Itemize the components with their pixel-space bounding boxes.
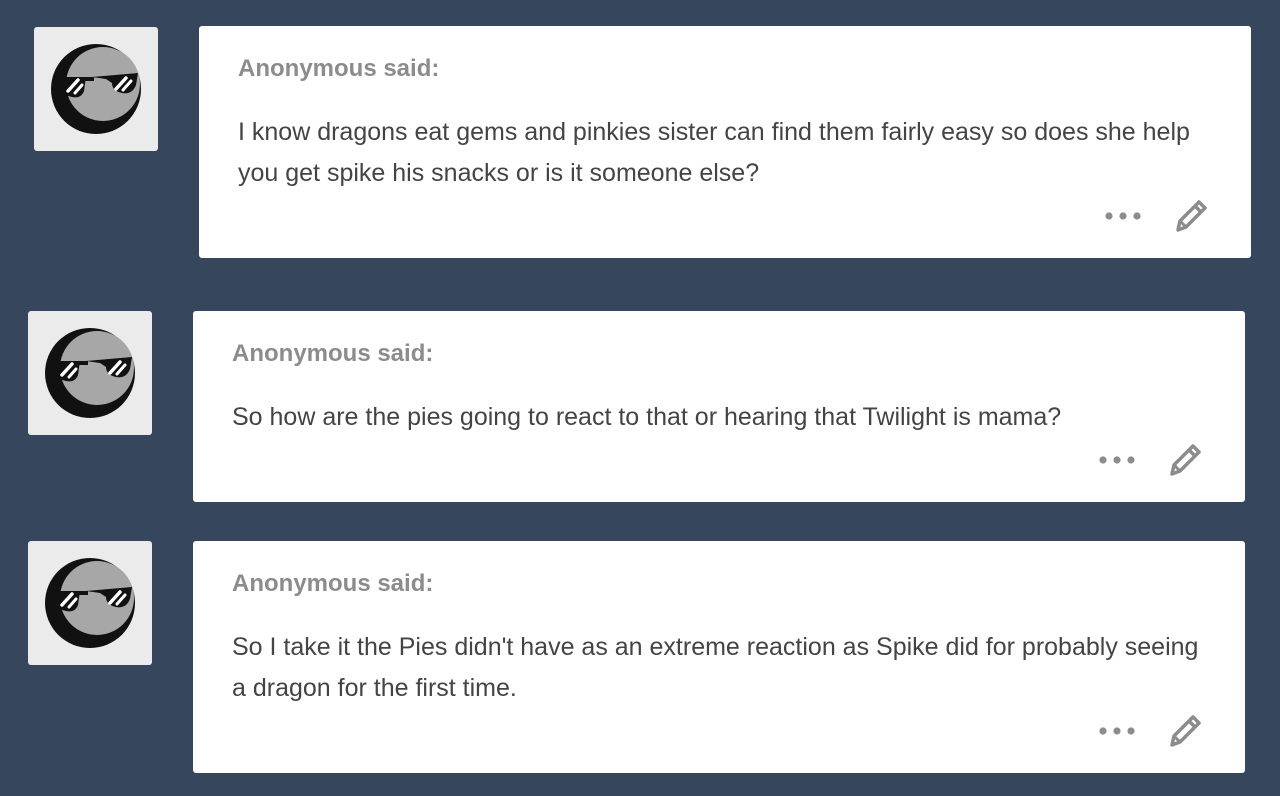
ask-post: Anonymous said: I know dragons eat gems … <box>0 0 1280 260</box>
edit-button[interactable] <box>1165 440 1205 480</box>
edit-button[interactable] <box>1171 196 1211 236</box>
asker-label: Anonymous said: <box>232 570 434 597</box>
question-text: I know dragons eat gems and pinkies sist… <box>238 118 1190 187</box>
more-options-button[interactable] <box>1097 450 1137 470</box>
ask-card: Anonymous said: So I take it the Pies di… <box>193 541 1245 773</box>
edit-pencil-icon <box>1170 715 1201 747</box>
edit-pencil-icon <box>1170 444 1201 476</box>
question-text: So how are the pies going to react to th… <box>232 403 1062 431</box>
edit-button[interactable] <box>1165 711 1205 751</box>
more-options-icon <box>1099 456 1135 464</box>
avatar[interactable] <box>34 27 158 151</box>
avatar[interactable] <box>28 541 152 665</box>
post-actions <box>1097 440 1205 480</box>
more-options-icon <box>1099 727 1135 735</box>
ask-card: Anonymous said: I know dragons eat gems … <box>199 26 1251 258</box>
more-options-button[interactable] <box>1097 721 1137 741</box>
post-actions <box>1103 196 1211 236</box>
anonymous-sunglasses-avatar-icon <box>51 44 141 134</box>
avatar[interactable] <box>28 311 152 435</box>
more-options-icon <box>1105 212 1141 220</box>
question-text: So I take it the Pies didn't have as an … <box>232 633 1199 702</box>
anonymous-sunglasses-avatar-icon <box>45 328 135 418</box>
edit-pencil-icon <box>1176 200 1207 232</box>
asker-label: Anonymous said: <box>232 340 434 367</box>
ask-card: Anonymous said: So how are the pies goin… <box>193 311 1245 502</box>
post-actions <box>1097 711 1205 751</box>
more-options-button[interactable] <box>1103 206 1143 226</box>
asker-label: Anonymous said: <box>238 55 440 82</box>
anonymous-sunglasses-avatar-icon <box>45 558 135 648</box>
